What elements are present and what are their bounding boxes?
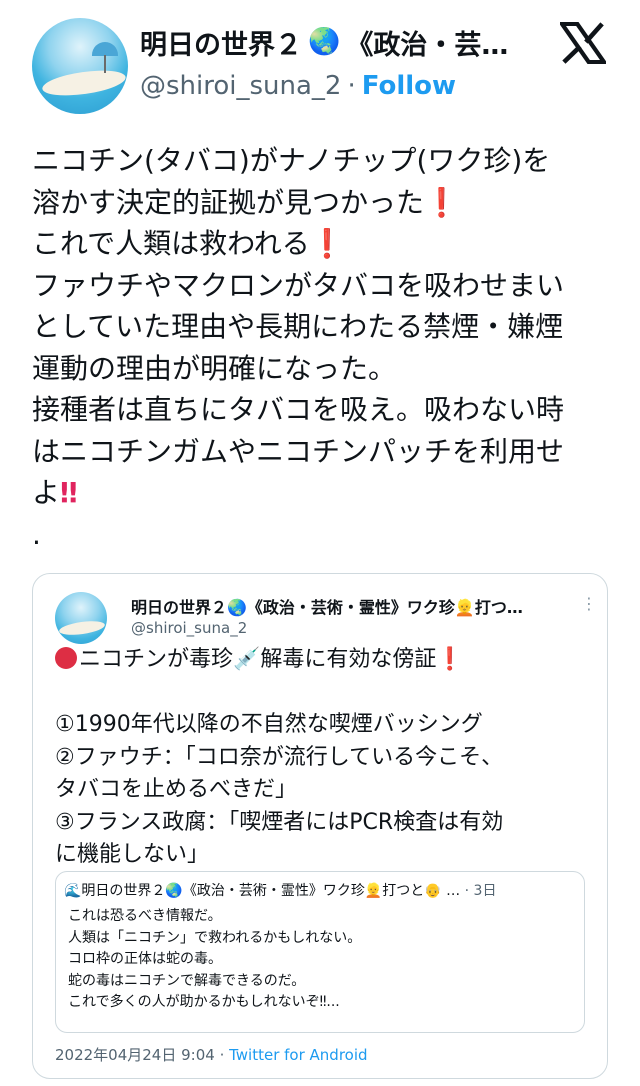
tweet-line: よ‼ (32, 472, 612, 514)
separator-dot: · (347, 71, 356, 101)
quoted-line: ②ファウチ：「コロ奈が流行している今こそ、 (55, 744, 504, 770)
tweet-line: 運動の理由が明確になった。 (32, 351, 397, 385)
quoted-line: ③フランス政腐：「喫煙者にはPCR検査は有効 (55, 809, 504, 835)
nested-line: コロ枠の正体は蛇の毒。 (68, 951, 222, 967)
tweet-line: 接種者は直ちにタバコを吸え。吸わない時 (32, 393, 565, 426)
tweet-line: これで人類は救われる❗ (32, 223, 612, 265)
author-handle-line: @shiroi_suna_2 · Follow (140, 68, 456, 104)
tweet-line: ニコチン(タバコ)がナノチップ(ワク珍)を (32, 144, 551, 177)
double-exclamation-icon: ‼ (60, 476, 78, 509)
quoted-line: に機能しない」 (55, 842, 210, 867)
nested-quoted-tweet[interactable]: 🌊明日の世界２🌏《政治・芸術・霊性》ワク珍👱打つと👴 … · 3日 これは恐るべ… (55, 871, 585, 1033)
quoted-line (55, 677, 595, 710)
exclamation-icon: ❗ (424, 185, 459, 219)
x-logo-icon[interactable] (560, 22, 606, 64)
timestamp-text[interactable]: 2022年04月24日 9:04 · (55, 1046, 229, 1064)
nested-line: これは恐るべき情報だ。 (68, 908, 222, 924)
quoted-author-avatar[interactable] (55, 592, 107, 644)
quoted-author-name[interactable]: 明日の世界２🌏《政治・芸術・霊性》ワク珍👱打つ… (131, 594, 571, 618)
globe-icon: 🌏 (308, 27, 341, 57)
nested-tweet-date: · 3日 (464, 883, 497, 899)
author-name-line[interactable]: 明日の世界２ 🌏 《政治・芸… (140, 22, 560, 62)
exclamation-icon: ❗ (309, 227, 345, 260)
quoted-tweet[interactable]: 明日の世界２🌏《政治・芸術・霊性》ワク珍👱打つ… @shiroi_suna_2 … (32, 573, 608, 1079)
author-name-suffix[interactable]: 《政治・芸… (346, 23, 508, 62)
quoted-line: ①1990年代以降の不自然な喫煙バッシング (55, 712, 483, 737)
source-link[interactable]: Twitter for Android (229, 1046, 367, 1064)
tweet-text: ニコチン(タバコ)がナノチップ(ワク珍)を 溶かす決定的証拠が見つかった❗ これ… (32, 140, 612, 555)
tweet-line: ファウチやマクロンがタバコを吸わせまい (32, 268, 565, 302)
author-display-name[interactable]: 明日の世界２ (140, 23, 302, 62)
quoted-line: タバコを止めるべきだ」 (55, 777, 298, 802)
nested-tweet-text: これは恐るべき情報だ。 人類は「ニコチン」で救われるかもしれない。 コロ枠の正体… (68, 906, 573, 1014)
follow-button[interactable]: Follow (362, 71, 456, 101)
quoted-line-text: ニコチンが毒珍💉解毒に有効な傍証❗ (79, 647, 464, 672)
more-options-icon[interactable]: ⋮ (581, 594, 597, 613)
tweet-line-text: これで人類は救われる (32, 227, 310, 260)
red-circle-icon (55, 647, 77, 669)
quoted-tweet-text: ニコチンが毒珍💉解毒に有効な傍証❗ ①1990年代以降の不自然な喫煙バッシング … (55, 644, 595, 872)
nested-line: 人類は「ニコチン」で救われるかもしれない。 (68, 929, 362, 946)
tweet-line: . (32, 517, 41, 551)
author-handle[interactable]: @shiroi_suna_2 (140, 71, 341, 101)
quoted-author-handle[interactable]: @shiroi_suna_2 (131, 619, 247, 637)
nested-line: これで多くの人が助かるかもしれないぞ‼... (68, 994, 340, 1010)
tweet-line-text: 溶かす決定的証拠が見つかった (32, 185, 425, 219)
nested-tweet-header: 🌊明日の世界２🌏《政治・芸術・霊性》ワク珍👱打つと👴 … · 3日 (64, 880, 576, 900)
nested-author-name[interactable]: 🌊明日の世界２🌏《政治・芸術・霊性》ワク珍👱打つと👴 … (64, 883, 460, 899)
tweet-header: 明日の世界２ 🌏 《政治・芸… @shiroi_suna_2 · Follow (0, 0, 640, 130)
tweet-line: 溶かす決定的証拠が見つかった❗ (32, 182, 612, 224)
nested-line: 蛇の毒はニコチンで解毒できるのだ。 (68, 972, 306, 989)
tweet-line-text: よ (32, 476, 61, 509)
tweet-timestamp: 2022年04月24日 9:04 · Twitter for Android (55, 1044, 368, 1065)
tweet-line: としていた理由や長期にわたる禁煙・嫌煙 (32, 310, 564, 343)
quoted-line: ニコチンが毒珍💉解毒に有効な傍証❗ (55, 644, 595, 677)
tweet-line: はニコチンガムやニコチンパッチを利用せ (32, 434, 565, 468)
author-avatar[interactable] (32, 18, 128, 114)
